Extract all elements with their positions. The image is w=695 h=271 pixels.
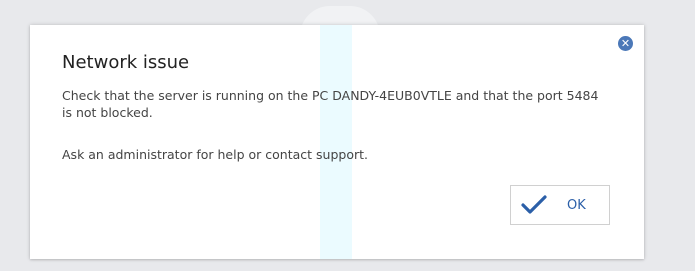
checkmark-icon <box>521 195 547 215</box>
dialog-title: Network issue <box>62 52 190 73</box>
ok-button-label: OK <box>567 197 586 213</box>
close-icon[interactable]: ✕ <box>618 36 633 51</box>
ok-button[interactable]: OK <box>510 185 610 225</box>
support-message: Ask an administrator for help or contact… <box>62 147 368 162</box>
dialog-message: Check that the server is running on the … <box>62 88 599 120</box>
network-issue-dialog: ✕ Network issue Check that the server is… <box>30 25 644 259</box>
column-highlight <box>320 25 352 259</box>
